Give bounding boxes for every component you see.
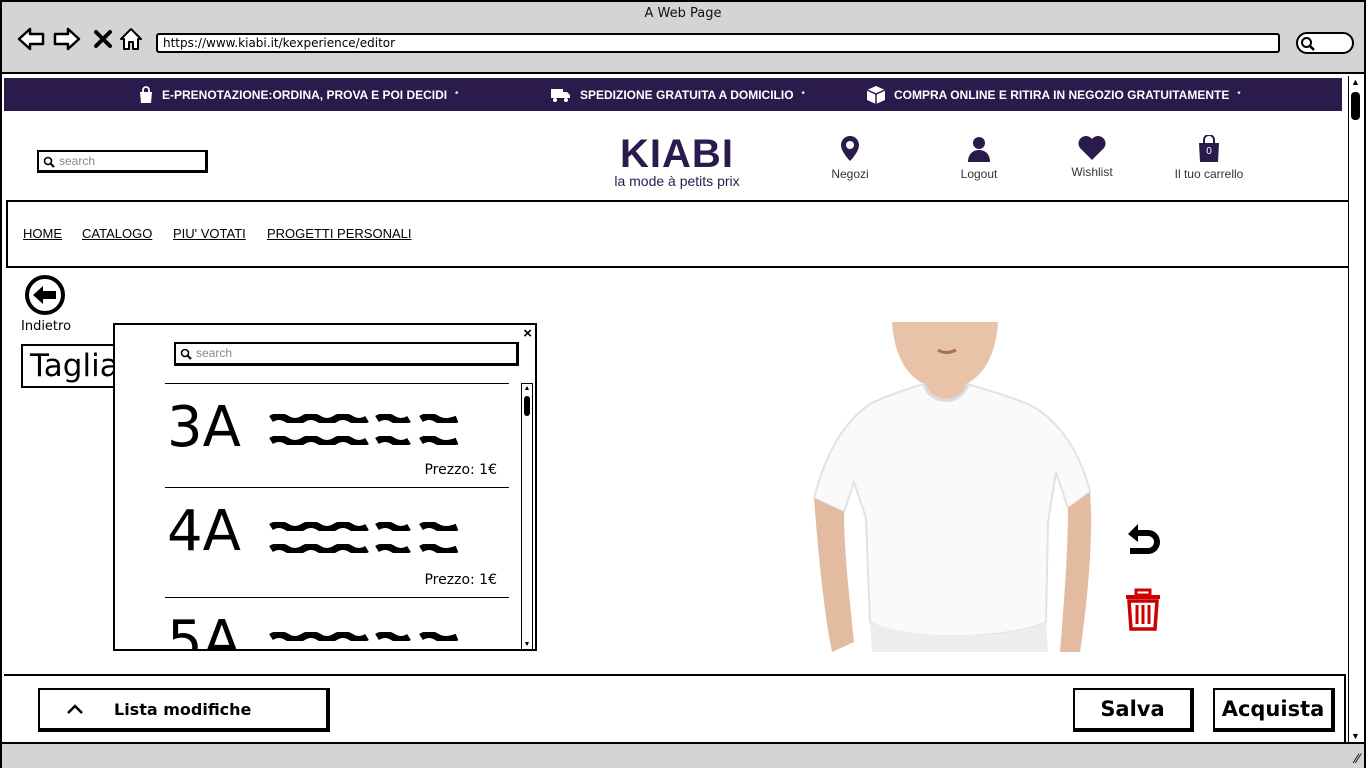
search-icon — [180, 348, 192, 360]
scribble-text-placeholder — [269, 632, 459, 641]
scroll-thumb[interactable] — [524, 396, 530, 416]
promo-item-shipping: SPEDIZIONE GRATUITA A DOMICILIO * — [550, 78, 805, 111]
back-arrow-icon[interactable] — [16, 24, 46, 54]
chevron-up-icon — [67, 704, 83, 714]
url-bar[interactable]: https://www.kiabi.it/kexperience/editor — [156, 33, 1280, 53]
size-list: 3A Prezzo: 1€ 4A Prezzo: 1€ 5A — [165, 383, 509, 651]
stop-icon[interactable] — [88, 24, 118, 54]
resize-grip-icon[interactable]: ⁄⁄ — [1355, 750, 1360, 766]
window-title: A Web Page — [644, 6, 722, 21]
shopping-bag-icon — [140, 85, 152, 103]
truck-icon — [551, 88, 570, 102]
promo-text: E-PRENOTAZIONE:ORDINA, PROVA E POI DECID… — [162, 87, 448, 102]
wishlist-label: Wishlist — [1071, 165, 1113, 179]
cart-label: Il tuo carrello — [1174, 167, 1244, 181]
nav-personal-projects[interactable]: PROGETTI PERSONALI — [267, 226, 411, 241]
logo-wordmark: KIABI — [620, 132, 734, 176]
scribble-text-placeholder — [269, 436, 459, 445]
changes-list-label: Lista modifiche — [114, 699, 252, 719]
promo-text: COMPRA ONLINE E RITIRA IN NEGOZIO GRATUI… — [894, 87, 1230, 102]
size-search-input[interactable]: search — [174, 342, 519, 366]
promo-asterisk: * — [455, 90, 459, 99]
cart-count: 0 — [1206, 146, 1212, 157]
cart-link[interactable]: 0 Il tuo carrello — [1168, 134, 1250, 181]
promo-asterisk: * — [1237, 90, 1241, 99]
browser-search-field[interactable] — [1296, 32, 1354, 54]
size-code: 5A — [167, 609, 241, 651]
changes-list-button[interactable]: Lista modifiche — [38, 688, 330, 732]
scroll-down-icon[interactable]: ▼ — [1349, 730, 1362, 742]
logo-tagline: la mode à petits prix — [614, 173, 740, 189]
size-price: Prezzo: 1€ — [424, 462, 497, 478]
buy-button[interactable]: Acquista — [1213, 688, 1335, 732]
scroll-up-icon[interactable]: ▲ — [522, 384, 532, 394]
promo-text: SPEDIZIONE GRATUITA A DOMICILIO — [580, 87, 794, 102]
scribble-text-placeholder — [269, 414, 459, 423]
scroll-down-icon[interactable]: ▼ — [522, 640, 532, 649]
user-icon — [968, 137, 990, 162]
search-icon — [1301, 37, 1315, 51]
browser-titlebar: A Web Page https://www.kiabi.it/kexperie… — [2, 2, 1364, 74]
map-pin-icon — [841, 136, 859, 161]
main-nav: HOME CATALOGO PIU' VOTATI PROGETTI PERSO… — [6, 200, 1350, 268]
stores-link[interactable]: Negozi — [820, 135, 880, 181]
logout-link[interactable]: Logout — [949, 135, 1009, 181]
trash-icon[interactable] — [1124, 588, 1162, 637]
scroll-thumb[interactable] — [1351, 92, 1360, 120]
size-option[interactable]: 5A — [165, 597, 509, 651]
heart-icon — [1078, 136, 1106, 160]
search-placeholder: search — [59, 154, 96, 168]
page-scrollbar[interactable]: ▲ ▼ — [1348, 76, 1362, 742]
scribble-text-placeholder — [269, 544, 459, 553]
stores-label: Negozi — [831, 167, 869, 181]
site-search-input[interactable]: search — [37, 150, 208, 173]
size-picker-panel: × search 3A Prezzo: 1€ 4A Prezzo: 1€ 5A — [113, 323, 537, 651]
close-icon[interactable]: × — [523, 326, 532, 341]
editor-action-bar: Lista modifiche Salva Acquista — [4, 674, 1346, 742]
undo-icon[interactable] — [1122, 520, 1166, 569]
promo-bar: E-PRENOTAZIONE:ORDINA, PROVA E POI DECID… — [4, 78, 1342, 111]
size-code: 3A — [167, 395, 241, 460]
save-button[interactable]: Salva — [1073, 688, 1194, 732]
scribble-text-placeholder — [269, 522, 459, 531]
search-icon — [43, 156, 55, 168]
size-search-placeholder: search — [196, 346, 233, 360]
logout-label: Logout — [960, 167, 998, 181]
scroll-up-icon[interactable]: ▲ — [1349, 76, 1362, 88]
promo-item-reservation: E-PRENOTAZIONE:ORDINA, PROVA E POI DECID… — [138, 78, 458, 111]
promo-item-pickup: COMPRA ONLINE E RITIRA IN NEGOZIO GRATUI… — [866, 78, 1240, 111]
forward-arrow-icon[interactable] — [52, 24, 82, 54]
size-code: 4A — [167, 499, 241, 564]
size-option[interactable]: 3A Prezzo: 1€ — [165, 383, 509, 493]
wishlist-link[interactable]: Wishlist — [1062, 135, 1122, 179]
product-preview-image — [810, 322, 1095, 652]
back-circle-arrow-icon[interactable] — [24, 274, 66, 321]
home-icon[interactable] — [116, 24, 146, 54]
back-label[interactable]: Indietro — [21, 319, 71, 334]
size-option[interactable]: 4A Prezzo: 1€ — [165, 487, 509, 597]
promo-asterisk: * — [801, 90, 805, 99]
size-section-label[interactable]: Taglia — [21, 344, 119, 388]
nav-catalog[interactable]: CATALOGO — [82, 226, 152, 241]
browser-statusbar: ⁄⁄ — [2, 742, 1364, 768]
size-price: Prezzo: 1€ — [424, 572, 497, 588]
nav-home[interactable]: HOME — [23, 226, 62, 241]
nav-top-rated[interactable]: PIU' VOTATI — [173, 226, 246, 241]
cart-bag-icon: 0 — [1197, 134, 1221, 163]
box-icon — [866, 85, 886, 104]
size-list-scrollbar[interactable]: ▲ ▼ — [521, 383, 533, 649]
kiabi-logo[interactable]: KIABI la mode à petits prix — [600, 132, 754, 191]
browser-window: A Web Page https://www.kiabi.it/kexperie… — [0, 0, 1366, 768]
